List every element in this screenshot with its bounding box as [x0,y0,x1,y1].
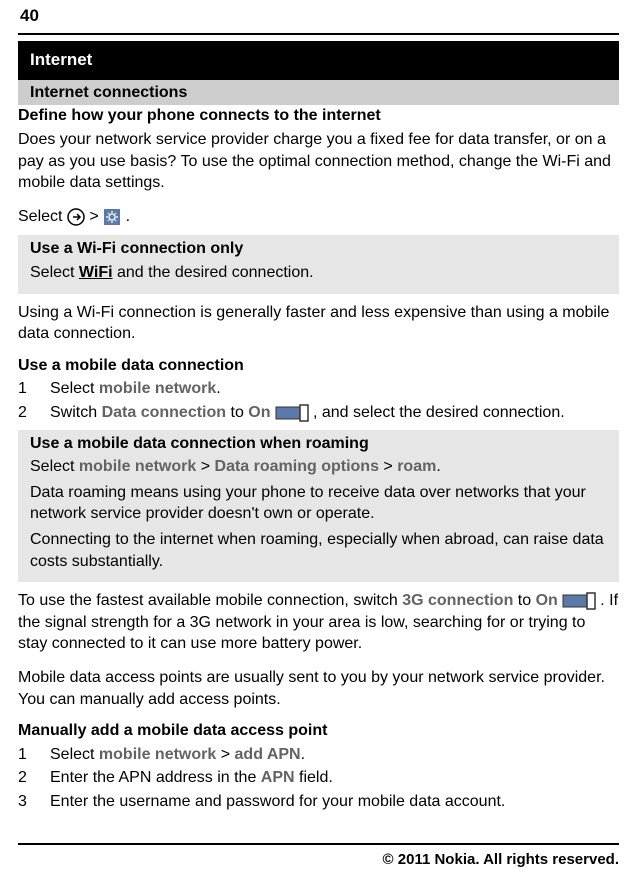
on-label: On [248,404,270,421]
step-text: Enter the APN address in the APN field. [50,767,333,789]
3g-connection-label: 3G connection [402,592,513,609]
step-number: 2 [18,402,36,424]
step-item: 2 Enter the APN address in the APN field… [18,767,619,789]
step-text: Enter the username and password for your… [50,791,505,813]
settings-gear-icon [103,208,121,226]
step-item: 1 Select mobile network. [18,378,619,400]
roaming-note-1: Data roaming means using your phone to r… [30,480,607,527]
topic-heading: Define how your phone connects to the in… [18,105,619,127]
apn-note: Mobile data access points are usually se… [18,665,619,712]
mobile-network-label: mobile network [79,458,196,475]
step-item: 1 Select mobile network > add APN. [18,744,619,766]
step-number: 1 [18,378,36,400]
apn-field-label: APN [261,769,295,786]
footer-rule [18,843,619,845]
mobile-data-title: Use a mobile data connection [18,355,619,377]
select-suffix: . [126,208,130,225]
wifi-only-prefix: Select [30,264,79,281]
step-item: 2 Switch Data connection to On , and sel… [18,402,619,424]
roaming-path: Select mobile network > Data roaming opt… [30,454,607,480]
intro-paragraph: Does your network service provider charg… [18,127,619,196]
step-item: 3 Enter the username and password for yo… [18,791,619,813]
add-apn-label: add APN [235,746,301,763]
manual-apn-steps: 1 Select mobile network > add APN. 2 Ent… [18,744,619,813]
arrow-circle-icon [67,208,85,226]
roaming-title: Use a mobile data connection when roamin… [30,433,607,455]
wifi-note: Using a Wi-Fi connection is generally fa… [18,300,619,347]
select-path: Select > [18,204,619,230]
copyright-footer: © 2011 Nokia. All rights reserved. [0,850,637,880]
page-number: 40 [0,0,637,33]
mobile-data-steps: 1 Select mobile network. 2 Switch Data c… [18,378,619,423]
wifi-only-title: Use a Wi-Fi connection only [30,238,607,260]
subsection-header: Internet connections [18,80,619,106]
manual-apn-title: Manually add a mobile data access point [18,720,619,742]
step-text: Select mobile network. [50,378,221,400]
wifi-label: WiFi [79,264,113,281]
roaming-note-2: Connecting to the internet when roaming,… [30,527,607,574]
step-number: 1 [18,744,36,766]
mobile-network-label: mobile network [99,380,216,397]
step-number: 3 [18,791,36,813]
step-text: Select mobile network > add APN. [50,744,305,766]
top-rule [18,33,619,35]
toggle-on-icon [562,592,600,610]
roam-label: roam [397,458,436,475]
step-number: 2 [18,767,36,789]
roaming-box: Use a mobile data connection when roamin… [18,430,619,583]
mobile-network-label: mobile network [99,746,216,763]
wifi-only-box: Use a Wi-Fi connection only Select WiFi … [18,235,619,293]
toggle-on-icon [275,404,313,422]
wifi-only-suffix: and the desired connection. [113,264,314,281]
data-roaming-options-label: Data roaming options [215,458,379,475]
data-connection-label: Data connection [102,404,226,421]
select-mid: > [89,208,103,225]
step-text: Switch Data connection to On , and selec… [50,402,565,424]
section-header-internet: Internet [18,41,619,80]
on-label: On [536,592,558,609]
wifi-only-text: Select WiFi and the desired connection. [30,260,607,286]
select-prefix: Select [18,208,67,225]
fastest-paragraph: To use the fastest available mobile conn… [18,588,619,657]
